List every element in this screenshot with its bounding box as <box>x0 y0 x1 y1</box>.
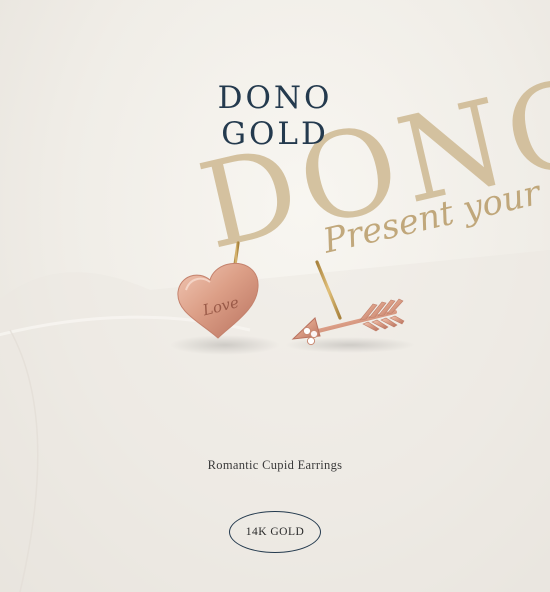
product-name: Romantic Cupid Earrings <box>207 458 343 472</box>
earrings-illustration: Love <box>170 241 415 355</box>
product-photo: DONO Present your story DONO GOLD Love R… <box>0 0 550 592</box>
heart-earring: Love <box>177 241 259 339</box>
material-badge: 14K GOLD <box>229 511 321 553</box>
arrow-earring <box>291 260 405 346</box>
